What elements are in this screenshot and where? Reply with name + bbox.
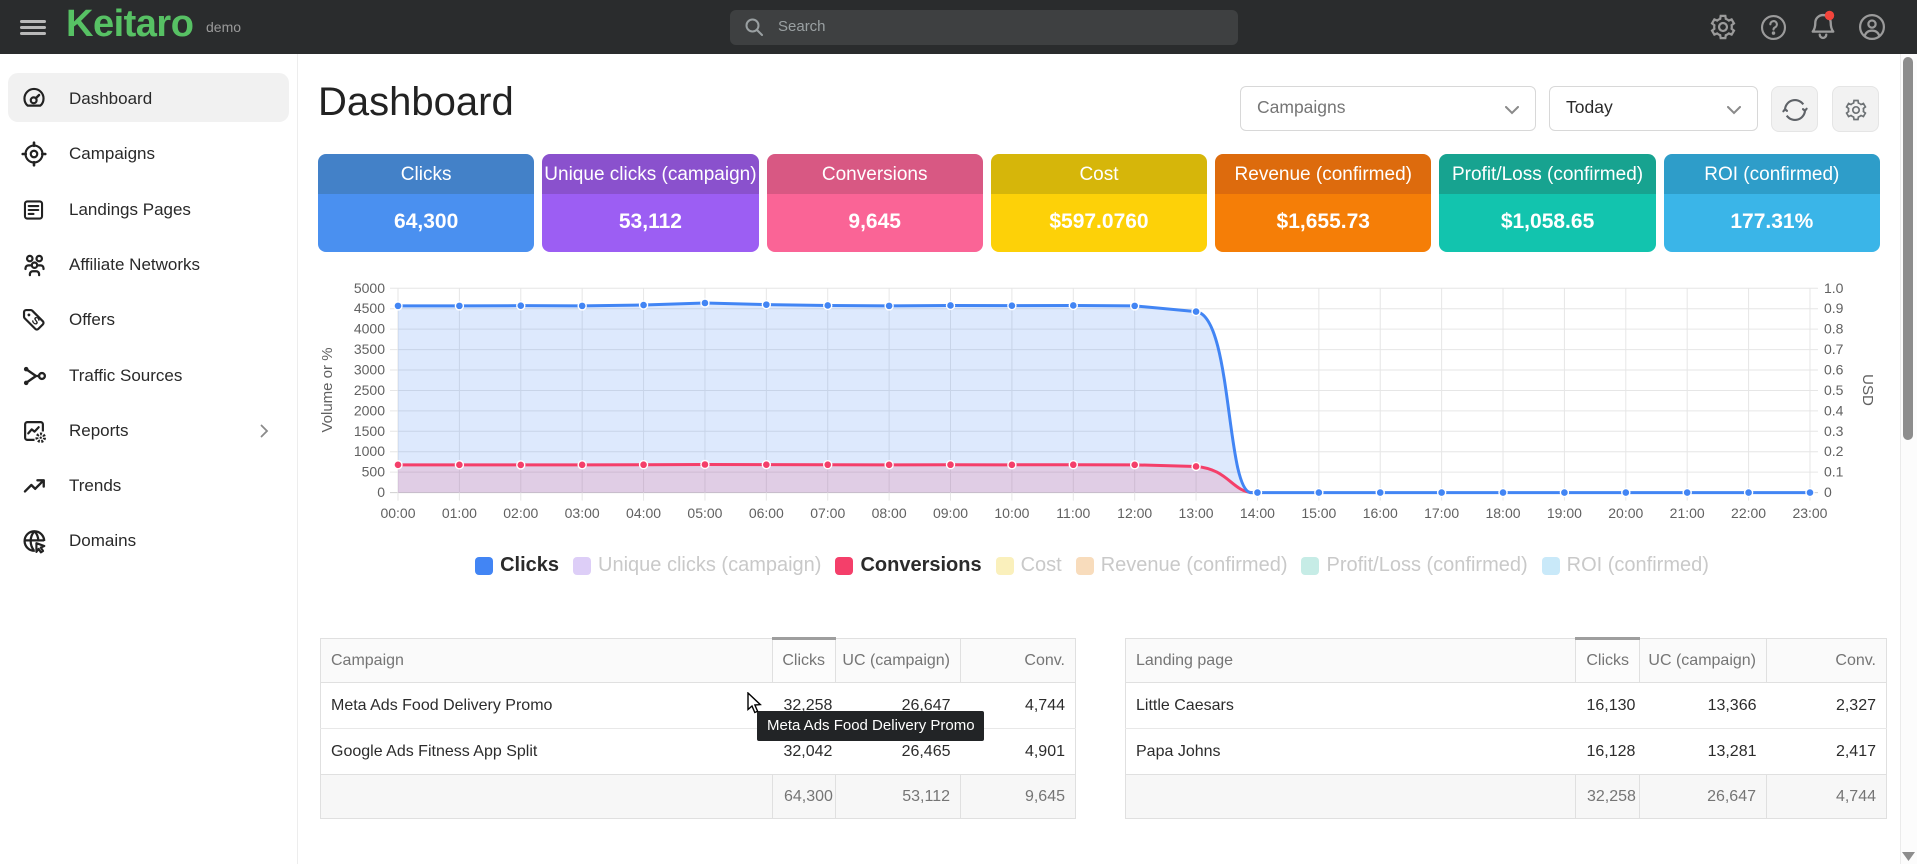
- svg-text:12:00: 12:00: [1117, 505, 1152, 521]
- svg-text:5000: 5000: [354, 280, 385, 296]
- svg-text:S: S: [29, 315, 41, 328]
- svg-text:15:00: 15:00: [1301, 505, 1336, 521]
- svg-text:08:00: 08:00: [872, 505, 907, 521]
- svg-text:0.6: 0.6: [1824, 362, 1844, 378]
- svg-text:0.3: 0.3: [1824, 423, 1844, 439]
- svg-text:01:00: 01:00: [442, 505, 477, 521]
- svg-text:4500: 4500: [354, 300, 385, 316]
- svg-text:03:00: 03:00: [565, 505, 600, 521]
- svg-text:16:00: 16:00: [1363, 505, 1398, 521]
- svg-text:23:00: 23:00: [1792, 505, 1827, 521]
- svg-text:04:00: 04:00: [626, 505, 661, 521]
- svg-text:0.9: 0.9: [1824, 300, 1844, 316]
- svg-text:USD: USD: [1859, 374, 1876, 406]
- svg-text:22:00: 22:00: [1731, 505, 1766, 521]
- svg-text:20:00: 20:00: [1608, 505, 1643, 521]
- svg-text:1.0: 1.0: [1824, 280, 1844, 296]
- svg-text:1500: 1500: [354, 423, 385, 439]
- svg-text:Volume or %: Volume or %: [319, 347, 336, 432]
- svg-text:3000: 3000: [354, 362, 385, 378]
- svg-text:00:00: 00:00: [380, 505, 415, 521]
- svg-text:09:00: 09:00: [933, 505, 968, 521]
- svg-text:500: 500: [362, 464, 386, 480]
- svg-text:10:00: 10:00: [994, 505, 1029, 521]
- svg-text:21:00: 21:00: [1670, 505, 1705, 521]
- svg-text:0.5: 0.5: [1824, 382, 1844, 398]
- svg-text:06:00: 06:00: [749, 505, 784, 521]
- svg-text:11:00: 11:00: [1056, 505, 1090, 521]
- svg-text:0.7: 0.7: [1824, 341, 1844, 357]
- svg-text:0: 0: [377, 484, 385, 500]
- svg-text:05:00: 05:00: [687, 505, 722, 521]
- svg-text:2500: 2500: [354, 382, 385, 398]
- svg-text:02:00: 02:00: [503, 505, 538, 521]
- svg-text:4000: 4000: [354, 321, 385, 337]
- svg-text:13:00: 13:00: [1179, 505, 1214, 521]
- svg-text:19:00: 19:00: [1547, 505, 1582, 521]
- svg-text:17:00: 17:00: [1424, 505, 1459, 521]
- svg-text:0.2: 0.2: [1824, 443, 1844, 459]
- svg-text:0: 0: [1824, 484, 1832, 500]
- svg-text:2000: 2000: [354, 402, 385, 418]
- svg-text:0.4: 0.4: [1824, 402, 1844, 418]
- svg-text:18:00: 18:00: [1485, 505, 1520, 521]
- svg-text:14:00: 14:00: [1240, 505, 1275, 521]
- svg-text:0.8: 0.8: [1824, 321, 1844, 337]
- svg-text:3500: 3500: [354, 341, 385, 357]
- svg-text:07:00: 07:00: [810, 505, 845, 521]
- svg-text:0.1: 0.1: [1824, 464, 1844, 480]
- svg-text:1000: 1000: [354, 443, 385, 459]
